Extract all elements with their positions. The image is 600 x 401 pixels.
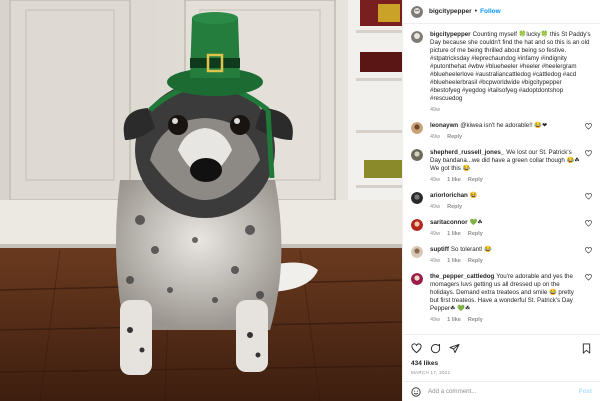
heart-icon[interactable] [585, 150, 592, 157]
post-details-panel: bigcitypepper • Follow bigcitypepper Coun… [402, 0, 600, 401]
reply-button[interactable]: Reply [468, 317, 483, 323]
comment-username[interactable]: saritaconnor [430, 219, 467, 226]
comment-item: shepherd_russell_jones_ We lost our St. P… [411, 149, 592, 183]
likes-count[interactable]: 434 likes [411, 360, 592, 367]
bookmark-icon[interactable] [581, 342, 592, 354]
heart-icon[interactable] [411, 342, 422, 354]
caption-body: Counting myself 🍀lucky🍀 this St Paddy's … [430, 31, 591, 102]
reply-button[interactable]: Reply [447, 134, 462, 140]
reply-button[interactable]: Reply [468, 231, 483, 237]
comment-age: 49w [430, 258, 441, 264]
comment-age: 49w [430, 134, 441, 140]
comment-avatar[interactable] [411, 246, 423, 258]
comments-list[interactable]: bigcitypepper Counting myself 🍀lucky🍀 thi… [403, 24, 600, 334]
share-icon[interactable] [449, 343, 460, 354]
instagram-post-modal: bigcitypepper • Follow bigcitypepper Coun… [0, 0, 600, 401]
heart-icon[interactable] [585, 274, 592, 281]
heart-icon[interactable] [585, 247, 592, 254]
comment-text: @kiwea isn't he adorable!! 😂❤ [460, 122, 548, 129]
post-date: March 17, 2021 [411, 370, 451, 375]
comment-likes[interactable]: 1 like [447, 258, 461, 264]
comment-age: 49w [430, 231, 441, 237]
comment-avatar[interactable] [411, 219, 423, 231]
caption-text: bigcitypepper Counting myself 🍀lucky🍀 thi… [430, 31, 592, 103]
comment-avatar[interactable] [411, 192, 423, 204]
reply-button[interactable]: Reply [468, 177, 483, 183]
comment-item: leonaywn @kiwea isn't he adorable!! 😂❤ 49… [411, 122, 592, 140]
post-photo[interactable] [0, 0, 402, 401]
heart-icon[interactable] [585, 123, 592, 130]
comment-item: saritaconnor 💚☘ 49w 1 like Reply [411, 219, 592, 237]
comment-item: the_pepper_cattledog You're adorable and … [411, 273, 592, 323]
comment-username[interactable]: shepherd_russell_jones_ [430, 149, 504, 156]
add-comment-input[interactable] [428, 388, 579, 395]
caption: bigcitypepper Counting myself 🍀lucky🍀 thi… [411, 31, 592, 113]
comment-icon[interactable] [430, 343, 441, 354]
comment-avatar[interactable] [411, 273, 423, 285]
comment-text: 😆 [469, 192, 478, 199]
caption-author-avatar[interactable] [411, 31, 423, 43]
post-comment-button[interactable]: Post [579, 388, 592, 395]
comment-username[interactable]: the_pepper_cattledog [430, 273, 494, 280]
caption-age: 49w [430, 107, 441, 113]
author-username[interactable]: bigcitypepper [429, 8, 472, 15]
heart-icon[interactable] [585, 193, 592, 200]
caption-username[interactable]: bigcitypepper [430, 31, 471, 38]
author-avatar[interactable] [411, 5, 423, 18]
comment-text: 💚☘ [469, 219, 483, 226]
comment-likes[interactable]: 1 like [447, 177, 461, 183]
comment-avatar[interactable] [411, 122, 423, 134]
emoji-icon[interactable] [411, 386, 421, 397]
comment-age: 49w [430, 177, 441, 183]
comment-age: 49w [430, 204, 441, 210]
comment-likes[interactable]: 1 like [447, 231, 461, 237]
heart-icon[interactable] [585, 220, 592, 227]
comment-username[interactable]: ariorlorichan [430, 192, 468, 199]
post-actions: 434 likes March 17, 2021 [403, 334, 600, 375]
comment-username[interactable]: suptiff [430, 246, 449, 253]
reply-button[interactable]: Reply [468, 258, 483, 264]
comment-username[interactable]: leonaywn [430, 122, 458, 129]
add-comment-bar: Post [403, 381, 600, 401]
reply-button[interactable]: Reply [447, 204, 462, 210]
comment-item: suptiff So tolerant! 😂 49w 1 like Reply [411, 246, 592, 264]
follow-button[interactable]: Follow [480, 8, 501, 15]
separator-dot: • [474, 8, 478, 15]
comment-age: 49w [430, 317, 441, 323]
comment-likes[interactable]: 1 like [447, 317, 461, 323]
comment-avatar[interactable] [411, 149, 423, 161]
post-header: bigcitypepper • Follow [403, 0, 600, 24]
dog-in-leprechaun-hat-image [0, 0, 402, 401]
comment-item: ariorlorichan 😆 49w Reply [411, 192, 592, 210]
comment-text: So tolerant! 😂 [450, 246, 492, 253]
